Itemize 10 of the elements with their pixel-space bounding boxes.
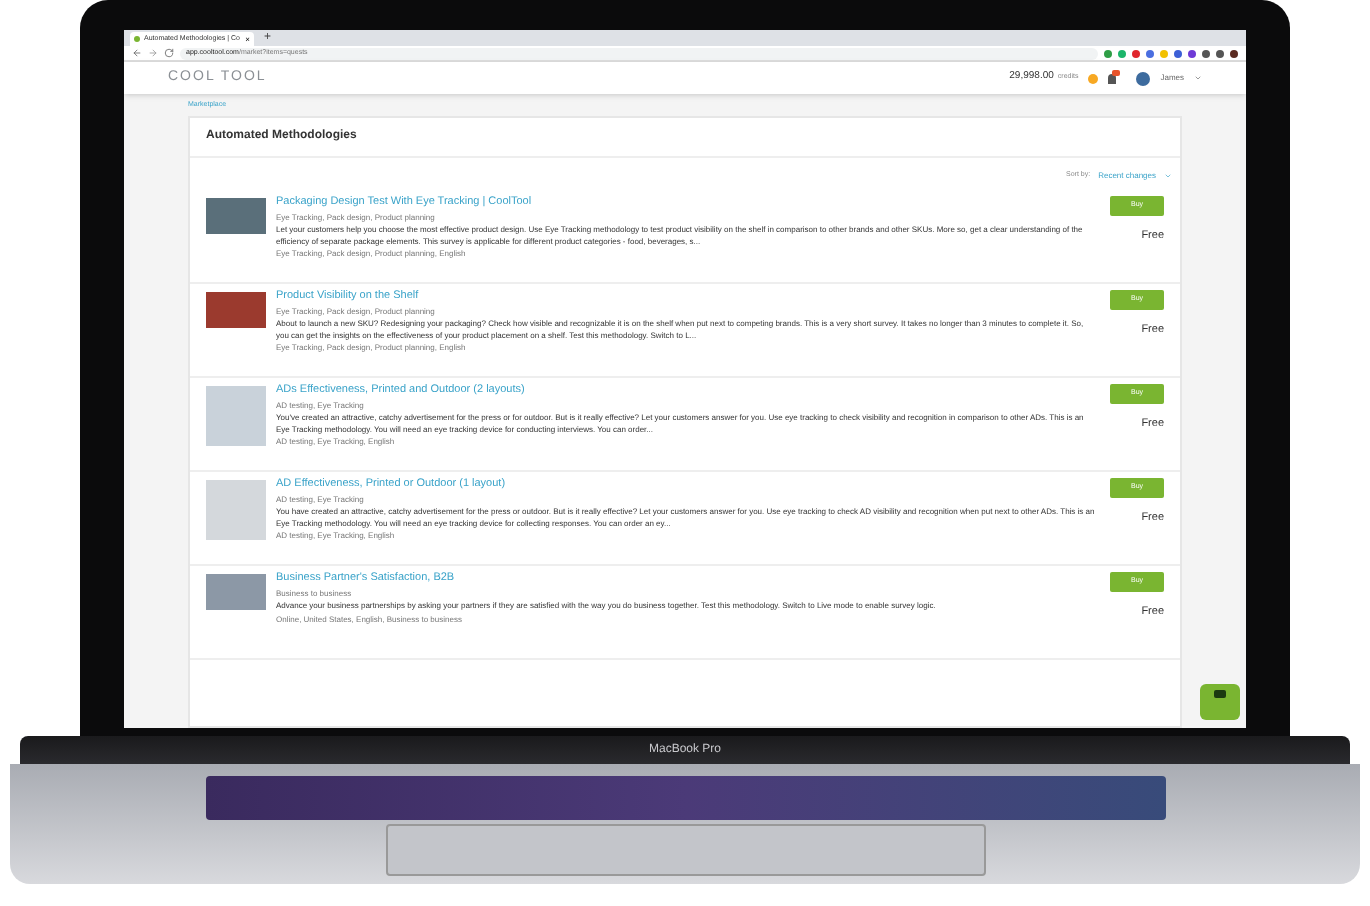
photo-placeholder: [206, 291, 266, 327]
photo-placeholder: [206, 573, 266, 609]
chat-widget[interactable]: [1200, 684, 1240, 720]
photo-placeholder: [206, 479, 266, 539]
photo-placeholder: [206, 385, 266, 445]
back-icon[interactable]: [132, 48, 142, 58]
photo-placeholder: [206, 197, 266, 233]
reload-icon[interactable]: [164, 48, 174, 58]
avatar[interactable]: [1136, 71, 1151, 85]
notification-badge: [1112, 69, 1121, 75]
